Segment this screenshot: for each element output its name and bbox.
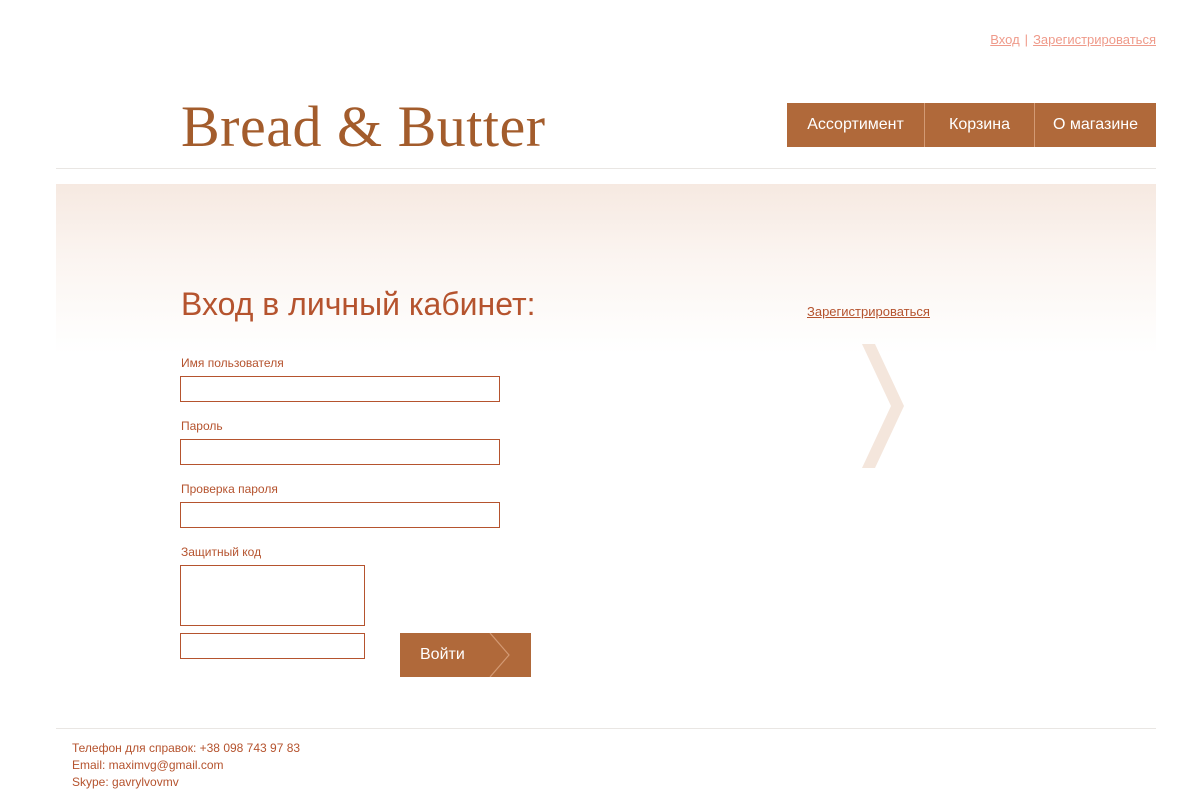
footer-email: Email: maximvg@gmail.com bbox=[72, 758, 224, 772]
site-logo[interactable]: Bread & Butter bbox=[181, 98, 546, 156]
footer-phone: Телефон для справок: +38 098 743 97 83 bbox=[72, 741, 301, 755]
password-confirm-input[interactable] bbox=[180, 502, 500, 528]
chevron-right-icon bbox=[862, 344, 904, 468]
footer: Телефон для справок: +38 098 743 97 83 E… bbox=[72, 740, 300, 791]
footer-skype: Skype: gavrylvovmv bbox=[72, 775, 179, 789]
chevron-right-icon bbox=[489, 633, 510, 677]
header-divider bbox=[56, 168, 1156, 169]
nav-item-cart[interactable]: Корзина bbox=[924, 103, 1034, 147]
nav-item-assortment[interactable]: Ассортимент bbox=[787, 103, 924, 147]
top-register-link[interactable]: Зарегистрироваться bbox=[1033, 32, 1156, 47]
login-submit-button[interactable]: Войти bbox=[400, 633, 531, 677]
username-label: Имя пользователя bbox=[181, 356, 284, 370]
register-link[interactable]: Зарегистрироваться bbox=[807, 304, 930, 319]
auth-links: Вход | Зарегистрироваться bbox=[990, 32, 1156, 47]
password-confirm-label: Проверка пароля bbox=[181, 482, 278, 496]
captcha-image bbox=[180, 565, 365, 626]
content-banner bbox=[56, 184, 1156, 354]
captcha-label: Защитный код bbox=[181, 545, 262, 559]
page-title: Вход в личный кабинет: bbox=[181, 286, 536, 322]
submit-button-label: Войти bbox=[420, 646, 465, 663]
footer-divider bbox=[56, 728, 1156, 729]
username-input[interactable] bbox=[180, 376, 500, 402]
auth-separator: | bbox=[1024, 32, 1029, 47]
main-nav: Ассортимент Корзина О магазине bbox=[787, 103, 1156, 147]
password-label: Пароль bbox=[181, 419, 223, 433]
login-link[interactable]: Вход bbox=[990, 32, 1019, 47]
nav-item-about[interactable]: О магазине bbox=[1034, 103, 1156, 147]
captcha-input[interactable] bbox=[180, 633, 365, 659]
password-input[interactable] bbox=[180, 439, 500, 465]
